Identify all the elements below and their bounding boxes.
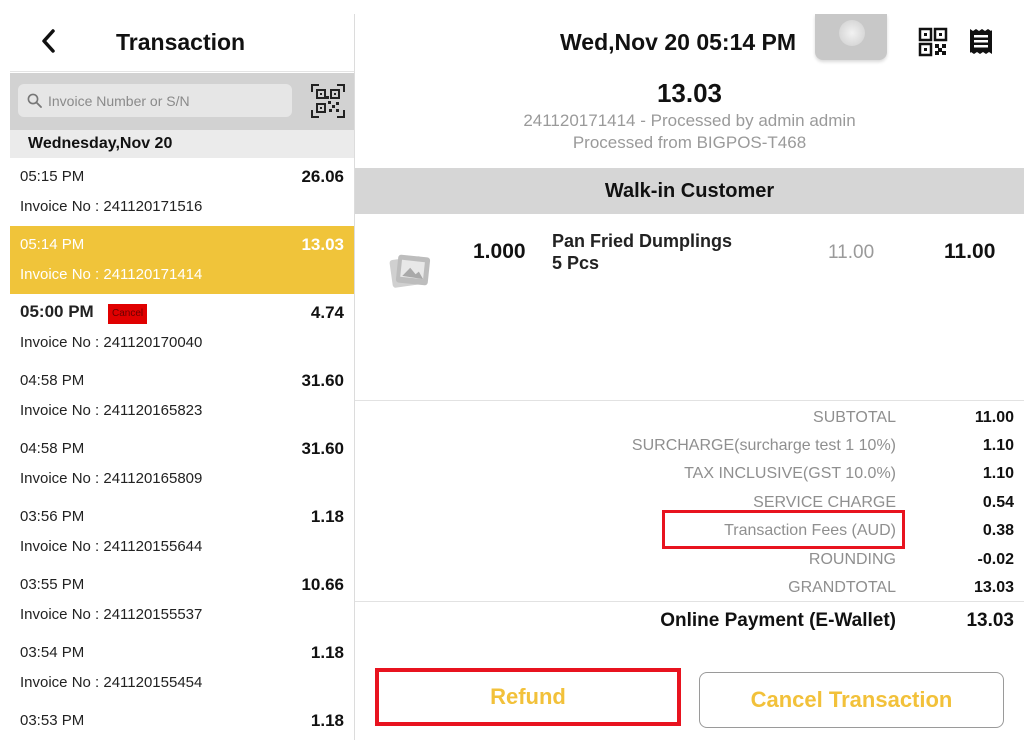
- payment-method: Online Payment (E-Wallet): [660, 610, 896, 631]
- date-header: Wednesday,Nov 20: [10, 130, 354, 158]
- transaction-time: 04:58 PM: [20, 372, 85, 389]
- transaction-row[interactable]: 04:58 PM 31.60 Invoice No : 241120165809: [10, 430, 354, 498]
- summary-row-rounding: ROUNDING -0.02: [355, 551, 1024, 579]
- summary-row-tax: TAX INCLUSIVE(GST 10.0%) 1.10: [355, 465, 1024, 493]
- cancel-transaction-button[interactable]: Cancel Transaction: [699, 672, 1004, 728]
- processed-by-text: 241120171414 - Processed by admin admin: [523, 111, 856, 130]
- customer-name: Walk-in Customer: [604, 180, 775, 202]
- transaction-detail-panel: Wed,Nov 20 05:14 PM 13.03 241120171414 -…: [355, 14, 1024, 740]
- transaction-time: 03:55 PM: [20, 576, 85, 593]
- summary-row-surcharge: SURCHARGE(surcharge test 1 10%) 1.10: [355, 437, 1024, 465]
- transaction-row[interactable]: 03:54 PM 1.18 Invoice No : 241120155454: [10, 634, 354, 702]
- summary-label: GRANDTOTAL: [788, 579, 896, 596]
- transaction-row[interactable]: 05:00 PM Cancel 4.74 Invoice No : 241120…: [10, 294, 354, 362]
- transaction-fees-highlight: [662, 510, 905, 549]
- transaction-list: 05:15 PM 26.06 Invoice No : 241120171516…: [10, 158, 354, 740]
- summary-row-subtotal: SUBTOTAL 11.00: [355, 409, 1024, 437]
- item-quantity: 1.000: [473, 240, 526, 263]
- floating-assistive-button[interactable]: [815, 14, 887, 60]
- transaction-invoice: Invoice No : 241120171516: [20, 198, 203, 215]
- transaction-row-selected[interactable]: 05:14 PM 13.03 Invoice No : 241120171414: [10, 226, 354, 294]
- transaction-amount: 1.18: [310, 711, 344, 730]
- transaction-row[interactable]: 03:55 PM 10.66 Invoice No : 241120155537: [10, 566, 354, 634]
- left-header: Transaction: [10, 14, 354, 72]
- refund-button[interactable]: Refund: [375, 668, 681, 726]
- transaction-invoice: Invoice No : 241120165809: [20, 470, 203, 487]
- transaction-time: 03:56 PM: [20, 508, 85, 525]
- chevron-left-icon[interactable]: [38, 28, 60, 54]
- summary-value: 13.03: [973, 579, 1014, 596]
- transaction-amount: 10.66: [301, 575, 344, 594]
- transaction-amount: 1.18: [310, 643, 344, 662]
- transaction-invoice: Invoice No : 241120171414: [20, 266, 203, 283]
- transaction-amount: 13.03: [301, 235, 344, 254]
- search-icon: [27, 93, 42, 108]
- summary-label: SUBTOTAL: [813, 409, 896, 426]
- search-box[interactable]: [18, 84, 292, 117]
- date-header-label: Wednesday,Nov 20: [28, 135, 173, 152]
- qr-scan-icon[interactable]: [310, 83, 346, 119]
- item-name-line2: 5 Pcs: [552, 253, 600, 273]
- summary-divider: [355, 400, 1024, 401]
- transaction-invoice: Invoice No : 241120155644: [20, 538, 203, 555]
- search-bar: [10, 73, 354, 130]
- item-name: Pan Fried Dumplings 5 Pcs: [552, 230, 772, 274]
- item-total: 11.00: [944, 240, 996, 263]
- image-placeholder-icon: [389, 254, 431, 288]
- page-title: Transaction: [116, 29, 246, 55]
- summary-value: 0.38: [982, 522, 1014, 539]
- summary-value: 0.54: [982, 494, 1014, 511]
- transaction-list-panel: Transaction Wednesday,Nov 20: [10, 14, 354, 740]
- transaction-row[interactable]: 05:15 PM 26.06 Invoice No : 241120171516: [10, 158, 354, 226]
- transaction-amount: 26.06: [301, 167, 344, 186]
- summary-value: 1.10: [982, 465, 1014, 482]
- detail-header: Wed,Nov 20 05:14 PM: [355, 14, 1024, 72]
- transaction-amount: 31.60: [301, 439, 344, 458]
- search-input[interactable]: [48, 84, 284, 117]
- transaction-amount: 31.60: [301, 371, 344, 390]
- transaction-time: 04:58 PM: [20, 440, 85, 457]
- transaction-row[interactable]: 03:53 PM 1.18: [10, 702, 354, 740]
- transaction-row[interactable]: 03:56 PM 1.18 Invoice No : 241120155644: [10, 498, 354, 566]
- transaction-invoice: Invoice No : 241120155537: [20, 606, 203, 623]
- customer-bar: Walk-in Customer: [355, 168, 1024, 214]
- item-name-line1: Pan Fried Dumplings: [552, 231, 733, 251]
- summary-label: TAX INCLUSIVE(GST 10.0%): [684, 465, 896, 482]
- transaction-amount: 4.74: [310, 303, 344, 322]
- transaction-invoice: Invoice No : 241120170040: [20, 334, 203, 351]
- qr-code-icon[interactable]: [918, 27, 948, 57]
- transaction-amount-header: 13.03: [656, 78, 723, 108]
- summary-label: SURCHARGE(surcharge test 1 10%): [631, 437, 896, 454]
- transaction-row[interactable]: 04:58 PM 31.60 Invoice No : 241120165823: [10, 362, 354, 430]
- item-unit-price: 11.00: [828, 242, 875, 263]
- transaction-time: 03:54 PM: [20, 644, 85, 661]
- summary-value: 1.10: [982, 437, 1014, 454]
- cancel-badge: Cancel: [108, 304, 148, 324]
- transaction-invoice: Invoice No : 241120165823: [20, 402, 203, 419]
- summary-value: 11.00: [974, 409, 1014, 426]
- processed-from-text: Processed from BIGPOS-T468: [572, 133, 807, 152]
- transaction-time: 05:14 PM: [20, 236, 85, 253]
- summary-row-grandtotal: GRANDTOTAL 13.03: [355, 579, 1024, 607]
- receipt-icon[interactable]: [967, 27, 995, 57]
- transaction-time: 03:53 PM: [20, 712, 85, 729]
- payment-divider: [355, 601, 1024, 602]
- transaction-datetime: Wed,Nov 20 05:14 PM: [560, 29, 797, 55]
- summary-label: ROUNDING: [808, 551, 896, 568]
- transaction-invoice: Invoice No : 241120155454: [20, 674, 203, 691]
- transaction-time: 05:00 PM: [20, 302, 94, 321]
- transaction-time: 05:15 PM: [20, 168, 85, 185]
- summary-value: -0.02: [977, 551, 1014, 568]
- payment-amount: 13.03: [966, 610, 1014, 631]
- transaction-amount: 1.18: [310, 507, 344, 526]
